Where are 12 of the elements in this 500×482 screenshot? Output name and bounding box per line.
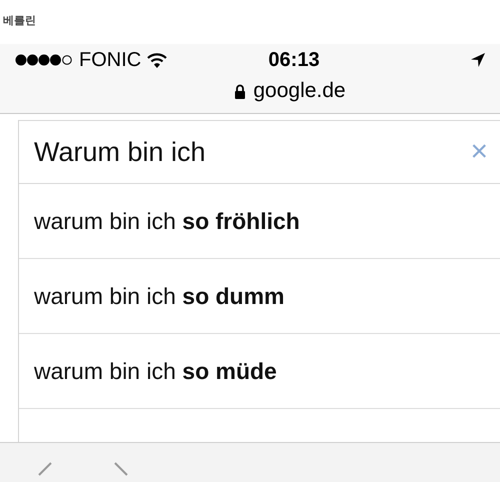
carrier-name: FONIC: [79, 48, 142, 72]
status-time: 06:13: [268, 48, 320, 72]
search-field[interactable]: Warum bin ich: [19, 136, 334, 168]
lock-icon: [234, 84, 246, 98]
signal-icon: [15, 54, 73, 66]
url-text[interactable]: google.de: [253, 79, 346, 103]
post-caption: 베를린: [3, 13, 36, 28]
search-suggestion[interactable]: warum bin ich so müde: [19, 334, 500, 409]
wifi-icon: [147, 52, 168, 68]
search-suggestion[interactable]: warum bin ich so dumm: [19, 259, 500, 334]
location-arrow-icon: [470, 52, 486, 68]
search-suggestion[interactable]: warum bin ich so fröhlich: [19, 184, 500, 259]
